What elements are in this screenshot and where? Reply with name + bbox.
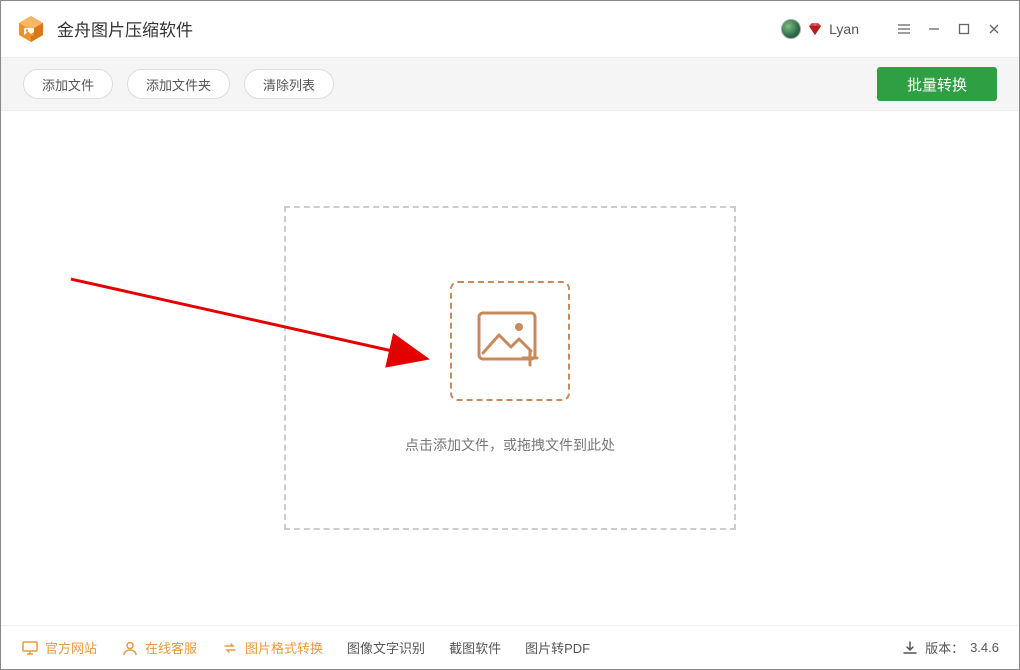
- ocr-link[interactable]: 图像文字识别: [347, 638, 425, 657]
- version-label: 版本：: [925, 638, 964, 657]
- version-info: 版本： 3.4.6: [901, 638, 999, 657]
- add-folder-button[interactable]: 添加文件夹: [127, 69, 230, 99]
- monitor-icon: [21, 639, 39, 657]
- format-convert-label: 图片格式转换: [245, 638, 323, 657]
- app-title: 金舟图片压缩软件: [57, 16, 193, 41]
- img-to-pdf-link[interactable]: 图片转PDF: [525, 638, 590, 657]
- add-file-button[interactable]: 添加文件: [23, 69, 113, 99]
- dropzone-icon-box: [450, 281, 570, 401]
- app-logo-icon: [15, 13, 47, 45]
- headset-icon: [121, 639, 139, 657]
- official-site-link[interactable]: 官方网站: [21, 638, 97, 657]
- close-button[interactable]: [979, 14, 1009, 44]
- online-service-link[interactable]: 在线客服: [121, 638, 197, 657]
- menu-button[interactable]: [889, 14, 919, 44]
- official-site-label: 官方网站: [45, 638, 97, 657]
- minimize-button[interactable]: [919, 14, 949, 44]
- avatar: [781, 19, 801, 39]
- app-window: 金舟图片压缩软件 Lyan 添加文件 添加文件夹: [0, 0, 1020, 670]
- online-service-label: 在线客服: [145, 638, 197, 657]
- image-add-icon: [475, 309, 545, 374]
- footer: 官方网站 在线客服 图片格式转换 图像文字识别 截图软件 图片转PDF: [1, 625, 1019, 669]
- version-value: 3.4.6: [970, 640, 999, 655]
- ocr-label: 图像文字识别: [347, 638, 425, 657]
- maximize-button[interactable]: [949, 14, 979, 44]
- batch-convert-button[interactable]: 批量转换: [877, 67, 997, 101]
- screenshot-link[interactable]: 截图软件: [449, 638, 501, 657]
- format-convert-link[interactable]: 图片格式转换: [221, 638, 323, 657]
- main-area: 点击添加文件，或拖拽文件到此处: [1, 111, 1019, 625]
- user-area[interactable]: Lyan: [781, 19, 859, 39]
- vip-gem-icon: [807, 21, 823, 37]
- toolbar: 添加文件 添加文件夹 清除列表 批量转换: [1, 57, 1019, 111]
- screenshot-label: 截图软件: [449, 638, 501, 657]
- clear-list-button[interactable]: 清除列表: [244, 69, 334, 99]
- dropzone[interactable]: 点击添加文件，或拖拽文件到此处: [284, 206, 736, 530]
- convert-icon: [221, 639, 239, 657]
- window-controls: [889, 14, 1009, 44]
- title-bar: 金舟图片压缩软件 Lyan: [1, 1, 1019, 57]
- download-icon: [901, 639, 919, 657]
- img-to-pdf-label: 图片转PDF: [525, 638, 590, 657]
- dropzone-hint: 点击添加文件，或拖拽文件到此处: [405, 435, 615, 455]
- user-name: Lyan: [829, 21, 859, 37]
